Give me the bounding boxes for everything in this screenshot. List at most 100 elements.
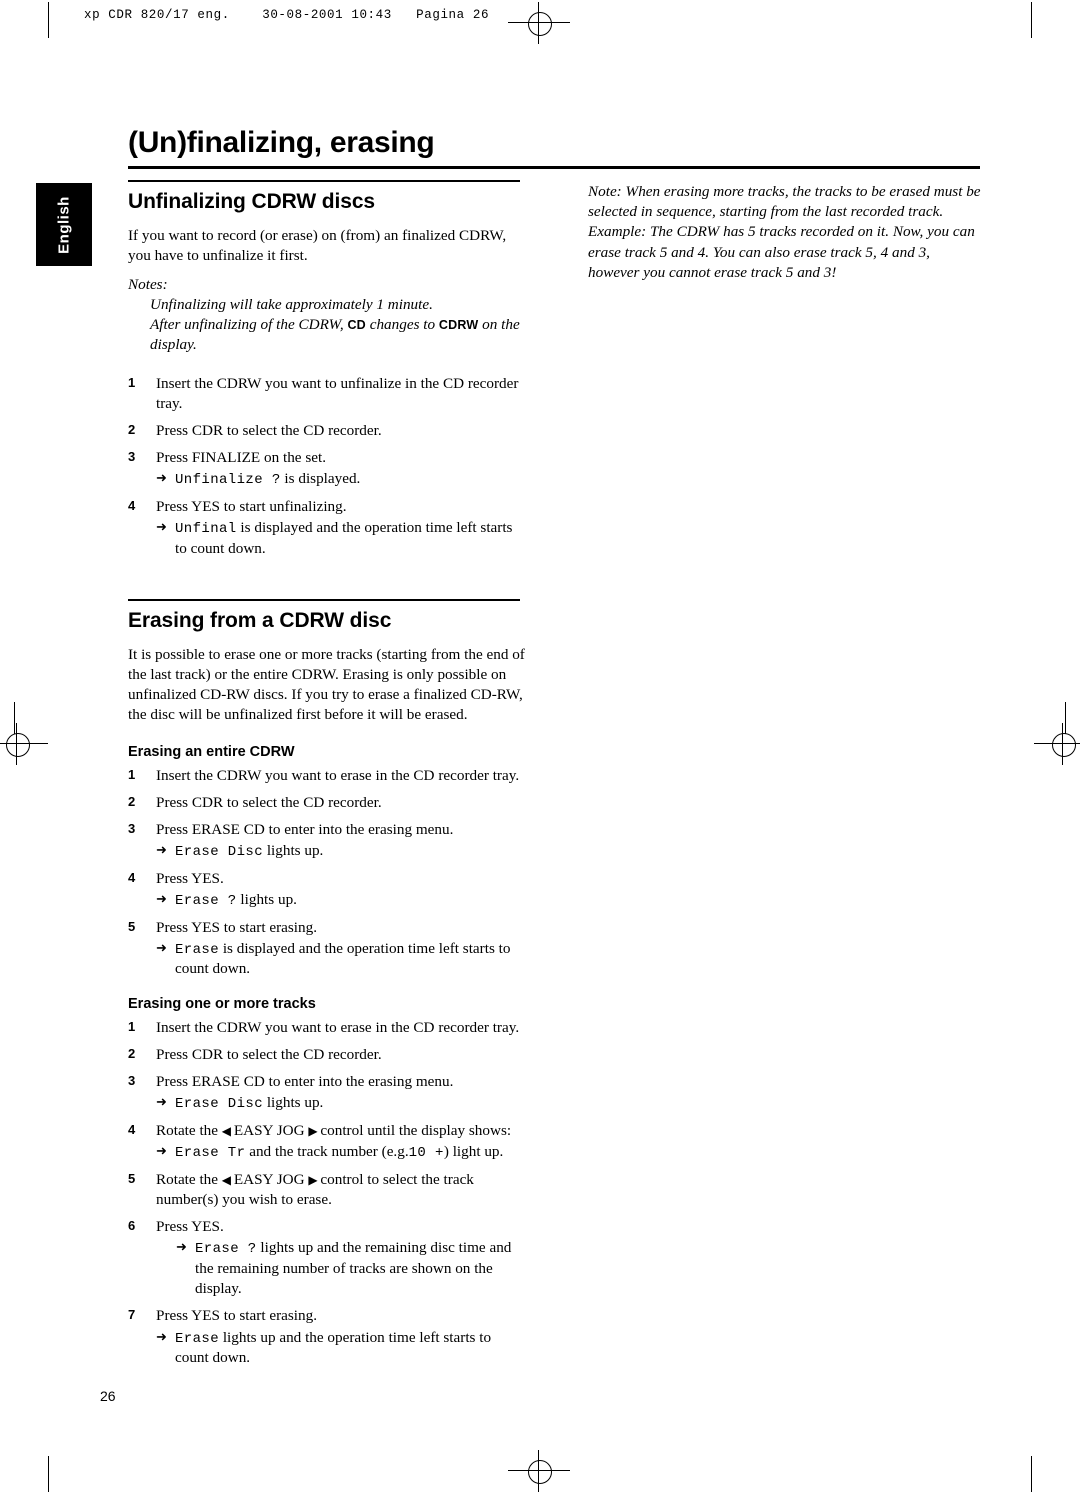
step-text: Press YES.	[156, 1218, 224, 1236]
step-text: Press YES to start erasing.	[156, 918, 317, 936]
right-column: Note: When erasing more tracks, the trac…	[588, 182, 982, 283]
step-item: 1 Insert the CDRW you want to erase in t…	[128, 1018, 528, 1038]
jog-left-icon: ◀	[221, 1172, 231, 1187]
display-text: Erase Disc	[175, 844, 264, 861]
step-number: 4	[128, 498, 136, 514]
result-text: lights up.	[266, 1094, 324, 1112]
section-rule-1	[128, 180, 520, 182]
unfinalizing-steps: 1 Insert the CDRW you want to unfinalize…	[128, 374, 528, 560]
arrow-icon: ➜	[156, 1328, 167, 1344]
display-indicator-cdrw: CDRW	[438, 318, 479, 333]
display-text: Unfinalize ?	[175, 472, 281, 489]
unfinalizing-intro: If you want to record (or erase) on (fro…	[128, 226, 507, 264]
step-text-before: Rotate the	[156, 1121, 218, 1139]
step-item: 7 Press YES to start erasing. ➜ Erase li…	[128, 1306, 528, 1368]
arrow-icon: ➜	[156, 939, 167, 955]
display-text: Erase	[175, 1330, 220, 1347]
step-text: Press CDR to select the CD recorder.	[156, 793, 382, 811]
step-item: 3 Press FINALIZE on the set. ➜ Unfinaliz…	[128, 448, 528, 490]
step-item: 1 Insert the CDRW you want to unfinalize…	[128, 374, 528, 414]
step-number: 1	[128, 1018, 136, 1034]
step-text: Press ERASE CD to enter into the erasing…	[156, 1073, 454, 1091]
language-tab-label: English	[55, 195, 73, 254]
arrow-icon: ➜	[156, 890, 167, 906]
step-item: 4 Rotate the ◀ EASY JOG ▶ control until …	[128, 1121, 528, 1163]
display-text: Erase Disc	[175, 1096, 264, 1113]
step-result: ➜ Erase ? lights up and the remaining di…	[176, 1238, 528, 1299]
step-item: 2 Press CDR to select the CD recorder.	[128, 793, 528, 813]
step-item: 3 Press ERASE CD to enter into the erasi…	[128, 820, 528, 862]
result-text: is displayed and the operation time left…	[175, 939, 511, 978]
step-text: Press YES to start erasing.	[156, 1307, 317, 1325]
step-number: 2	[128, 1045, 136, 1061]
step-text-after: control until the display shows:	[320, 1121, 512, 1139]
step-result: ➜ Erase Disc lights up.	[156, 841, 528, 862]
note-1: Unfinalizing will take approximately 1 m…	[150, 295, 433, 313]
step-number: 4	[128, 869, 136, 885]
step-number: 2	[128, 793, 136, 809]
step-number: 4	[128, 1121, 136, 1137]
step-text: Insert the CDRW you want to unfinalize i…	[156, 374, 519, 412]
erasing-sequence-note: Note: When erasing more tracks, the trac…	[588, 183, 981, 281]
title-rule	[128, 166, 980, 169]
step-result: ➜ Unfinal is displayed and the operation…	[156, 518, 528, 559]
subsection-heading-entire-cdrw: Erasing an entire CDRW	[128, 743, 295, 760]
step-item: 2 Press CDR to select the CD recorder.	[128, 1045, 528, 1065]
step-number: 5	[128, 918, 136, 934]
notes-label: Notes:	[128, 275, 168, 293]
step-number: 2	[128, 422, 136, 438]
step-item: 5 Rotate the ◀ EASY JOG ▶ control to sel…	[128, 1170, 528, 1210]
step-number: 5	[128, 1170, 136, 1186]
step-result: ➜ Erase Disc lights up.	[156, 1093, 528, 1114]
jog-left-icon: ◀	[221, 1123, 231, 1138]
step-text: Insert the CDRW you want to erase in the…	[156, 1018, 520, 1036]
note-2-part2: changes to	[369, 316, 436, 334]
step-item: 4 Press YES to start unfinalizing. ➜ Unf…	[128, 497, 528, 559]
step-number: 3	[128, 1073, 136, 1089]
result-text: ) light up.	[443, 1143, 504, 1161]
step-result: ➜ Erase ? lights up.	[156, 890, 528, 911]
step-result: ➜ Unfinalize ? is displayed.	[156, 469, 528, 490]
section-rule-2	[128, 599, 520, 601]
display-text: Erase ?	[195, 1241, 257, 1258]
step-number: 6	[128, 1218, 136, 1234]
note-2: After unfinalizing of the CDRW, CD chang…	[150, 315, 528, 355]
step-item: 4 Press YES. ➜ Erase ? lights up.	[128, 869, 528, 911]
display-text: Erase ?	[175, 892, 237, 909]
erasing-tracks-steps: 1 Insert the CDRW you want to erase in t…	[128, 1018, 528, 1369]
left-column: Unfinalizing CDRW discs If you want to r…	[128, 180, 528, 1375]
step-text-mid: EASY JOG	[233, 1170, 305, 1188]
step-number: 1	[128, 374, 136, 390]
step-text: Press CDR to select the CD recorder.	[156, 1045, 382, 1063]
result-text: lights up.	[266, 842, 324, 860]
section-heading-unfinalizing: Unfinalizing CDRW discs	[128, 189, 375, 213]
step-text: Press YES to start unfinalizing.	[156, 498, 347, 516]
erasing-intro: It is possible to erase one or more trac…	[128, 645, 525, 724]
arrow-icon: ➜	[156, 842, 167, 858]
step-item: 1 Insert the CDRW you want to erase in t…	[128, 766, 528, 786]
step-number: 3	[128, 449, 136, 465]
note-2-part1: After unfinalizing of the CDRW,	[150, 316, 344, 334]
result-text-mid: and the track number (e.g.	[249, 1143, 409, 1161]
display-text: Erase	[175, 941, 220, 958]
result-text: is displayed.	[284, 470, 361, 488]
result-text: lights up and the operation time left st…	[175, 1328, 492, 1367]
step-item: 3 Press ERASE CD to enter into the erasi…	[128, 1072, 528, 1114]
step-text-before: Rotate the	[156, 1170, 218, 1188]
step-item: 5 Press YES to start erasing. ➜ Erase is…	[128, 918, 528, 980]
step-result: ➜ Erase is displayed and the operation t…	[156, 939, 528, 980]
step-result: ➜ Erase lights up and the operation time…	[156, 1328, 528, 1369]
display-indicator-cd: CD	[347, 318, 366, 333]
section-heading-erasing: Erasing from a CDRW disc	[128, 608, 392, 632]
step-text: Press YES.	[156, 869, 224, 887]
erasing-entire-steps: 1 Insert the CDRW you want to erase in t…	[128, 766, 528, 980]
step-text-mid: EASY JOG	[233, 1121, 305, 1139]
jog-right-icon: ▶	[308, 1123, 317, 1138]
display-text: Unfinal	[175, 521, 237, 538]
arrow-icon: ➜	[156, 1143, 167, 1159]
result-text: lights up.	[240, 890, 297, 908]
arrow-icon: ➜	[156, 1094, 167, 1110]
arrow-icon: ➜	[156, 519, 167, 535]
document-page: (Un)finalizing, erasing English Unfinali…	[0, 0, 1080, 1494]
step-text: Press FINALIZE on the set.	[156, 449, 326, 467]
